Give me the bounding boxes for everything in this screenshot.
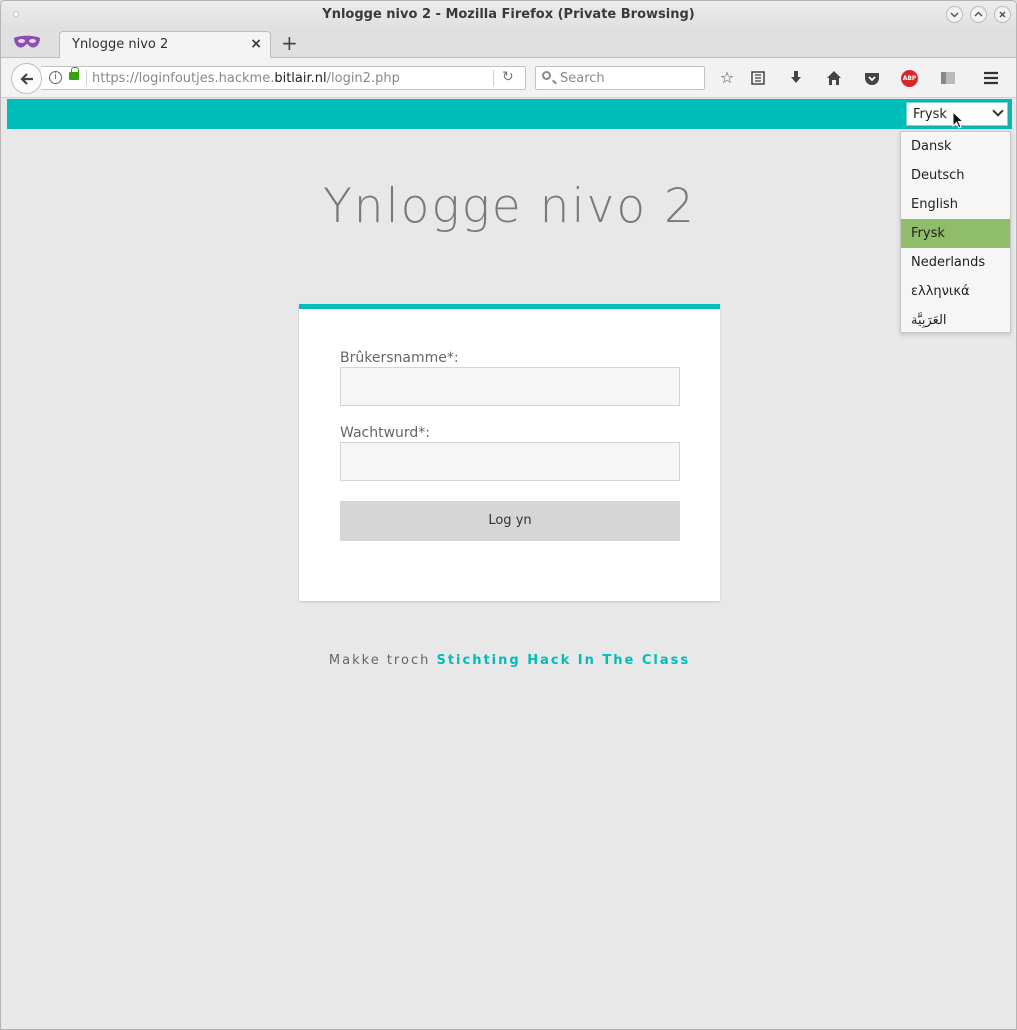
- page-content: Frysk Ynlogge nivo 2 Brûkersnamme*: Wach…: [7, 99, 1012, 1025]
- url-prefix: https://loginfoutjes.hackme.: [92, 71, 275, 86]
- password-label: Wachtwurd*:: [340, 425, 431, 441]
- mouse-cursor-icon: [952, 111, 964, 129]
- sidebar-icon[interactable]: [937, 67, 959, 89]
- language-option[interactable]: Dansk: [901, 132, 1010, 161]
- new-tab-button[interactable]: +: [281, 31, 298, 55]
- url-path: /login2.php: [326, 71, 400, 86]
- language-selected-value: Frysk: [913, 107, 947, 122]
- private-browsing-mask-icon: [14, 35, 40, 48]
- url-divider: [86, 70, 87, 86]
- search-icon: [542, 71, 551, 80]
- footer-prefix: Makke troch: [328, 653, 431, 668]
- close-icon: [999, 11, 1006, 18]
- adblock-icon[interactable]: ABP: [901, 70, 918, 87]
- language-dropdown: Dansk Deutsch English Frysk Nederlands ε…: [900, 131, 1011, 333]
- close-tab-icon[interactable]: ×: [250, 36, 262, 52]
- footer-credit: Makke troch Stichting Hack In The Class: [7, 653, 1012, 668]
- login-card: Brûkersnamme*: Wachtwurd*: Log yn: [299, 304, 720, 601]
- title-bar: Ynlogge nivo 2 - Mozilla Firefox (Privat…: [1, 1, 1016, 29]
- info-icon[interactable]: i: [49, 71, 62, 84]
- page-title: Ynlogge nivo 2: [323, 179, 696, 234]
- url-divider: [493, 70, 494, 86]
- close-window-button[interactable]: [994, 6, 1011, 23]
- language-option[interactable]: العَرَبِيَّة: [901, 306, 1010, 335]
- download-icon[interactable]: [785, 67, 807, 89]
- top-bar: Frysk: [7, 99, 1012, 129]
- lock-icon: [69, 67, 79, 80]
- login-button[interactable]: Log yn: [340, 501, 680, 541]
- pocket-icon[interactable]: [861, 67, 883, 89]
- reload-icon[interactable]: ↻: [502, 69, 514, 85]
- window-title: Ynlogge nivo 2 - Mozilla Firefox (Privat…: [322, 7, 695, 22]
- url-domain: bitlair.nl: [274, 71, 327, 86]
- chevron-up-icon: [974, 11, 983, 17]
- reader-list-icon[interactable]: [747, 67, 769, 89]
- password-field[interactable]: [340, 442, 680, 481]
- tab-active[interactable]: Ynlogge nivo 2 ×: [59, 31, 271, 59]
- footer-link[interactable]: Stichting Hack In The Class: [436, 653, 690, 668]
- url-bar[interactable]: i https://loginfoutjes.hackme.bitlair.nl…: [41, 66, 526, 90]
- browser-window: Ynlogge nivo 2 - Mozilla Firefox (Privat…: [0, 0, 1017, 1030]
- maximize-button[interactable]: [970, 6, 987, 23]
- username-field[interactable]: [340, 367, 680, 406]
- username-label: Brûkersnamme*:: [340, 350, 459, 366]
- search-box[interactable]: Search: [535, 66, 705, 90]
- tab-strip: Ynlogge nivo 2 × +: [1, 29, 1016, 59]
- language-option[interactable]: Nederlands: [901, 248, 1010, 277]
- language-option[interactable]: English: [901, 190, 1010, 219]
- minimize-button[interactable]: [946, 6, 963, 23]
- star-icon[interactable]: ☆: [716, 67, 738, 89]
- back-button[interactable]: [11, 63, 42, 94]
- search-placeholder: Search: [560, 71, 605, 86]
- navigation-toolbar: i https://loginfoutjes.hackme.bitlair.nl…: [1, 58, 1016, 98]
- hamburger-menu-icon[interactable]: [980, 67, 1002, 89]
- language-option[interactable]: Deutsch: [901, 161, 1010, 190]
- back-arrow-icon: [19, 73, 33, 85]
- language-option-selected[interactable]: Frysk: [901, 219, 1010, 248]
- home-icon[interactable]: [823, 67, 845, 89]
- chevron-down-icon: [992, 105, 1004, 117]
- chevron-down-icon: [950, 12, 959, 18]
- tab-label: Ynlogge nivo 2: [72, 37, 169, 52]
- language-option[interactable]: ελληνικά: [901, 277, 1010, 306]
- url-text[interactable]: https://loginfoutjes.hackme.bitlair.nl/l…: [92, 71, 400, 86]
